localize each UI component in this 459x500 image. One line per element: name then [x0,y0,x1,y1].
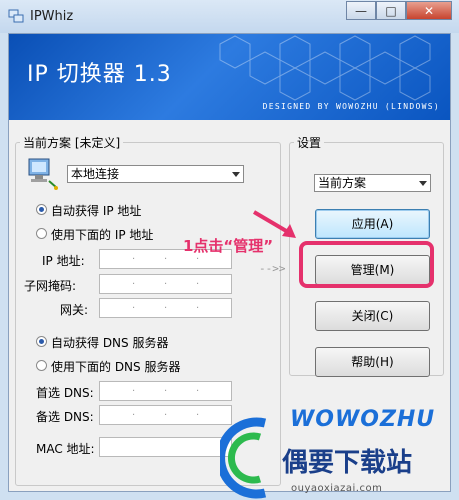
minimize-button[interactable]: — [346,1,376,20]
apply-button[interactable]: 应用(A) [315,209,430,239]
gateway-field[interactable]: · · · [99,298,232,318]
banner: IP 切换器 1.3 DESIGNED BY WOWOZHU (LINDOWS) [9,34,450,120]
chevron-down-icon [419,181,427,186]
watermark-brand: WOWOZHU [290,407,436,432]
title-bar: IPWhiz — □ ✕ [0,0,459,33]
dns-primary-label: 首选 DNS: [36,386,94,400]
dns-primary-field[interactable]: · · · [99,381,232,401]
network-computer-icon [28,158,58,190]
watermark-url: ouyaoxiazai.com [291,483,383,494]
window-title: IPWhiz [30,9,74,24]
dns-auto-label: 自动获得 DNS 服务器 [51,336,169,350]
banner-title: IP 切换器 1.3 [27,62,172,87]
gateway-label: 网关: [60,303,89,317]
close-window-button[interactable]: ✕ [406,1,452,20]
ip-auto-label: 自动获得 IP 地址 [51,204,142,218]
adapter-select[interactable]: 本地连接 [67,165,244,183]
settings-legend: 设置 [297,136,322,150]
dns-manual-label: 使用下面的 DNS 服务器 [51,360,181,374]
app-icon [8,9,24,23]
subnet-mask-label: 子网掩码: [24,279,77,293]
ipwhiz-window: IPWhiz — □ ✕ IP 切换器 1.3 DESIGNED BY WOWO… [0,0,459,500]
chevron-down-icon [232,172,240,177]
ip-address-label: IP 地址: [42,254,85,268]
dashed-arrow-text: -->> [259,262,286,275]
dns-secondary-label: 备选 DNS: [36,410,94,424]
dns-manual-radio[interactable] [36,360,47,371]
scheme-select[interactable]: 当前方案 [314,174,431,192]
dns-auto-radio[interactable] [36,336,47,347]
scheme-select-value: 当前方案 [318,176,367,190]
watermark-logo-icon [220,417,267,499]
watermark-site-name: 偶要下载站 [282,448,413,478]
ip-manual-radio[interactable] [36,228,47,239]
banner-subtitle: DESIGNED BY WOWOZHU (LINDOWS) [262,102,440,111]
adapter-select-value: 本地连接 [71,167,120,181]
current-scheme-legend: 当前方案 [未定义] [23,136,121,150]
mac-address-field[interactable] [99,437,232,457]
help-button[interactable]: 帮助(H) [315,347,430,377]
annotation-callout: 1点击“管理” [183,237,274,255]
ip-manual-label: 使用下面的 IP 地址 [51,228,154,242]
ip-auto-radio[interactable] [36,204,47,215]
mac-address-label: MAC 地址: [36,442,95,456]
close-button[interactable]: 关闭(C) [315,301,430,331]
manage-button-highlight [299,241,434,288]
dns-secondary-field[interactable]: · · · [99,405,232,425]
maximize-button[interactable]: □ [376,1,406,20]
subnet-mask-field[interactable]: · · · [99,274,232,294]
